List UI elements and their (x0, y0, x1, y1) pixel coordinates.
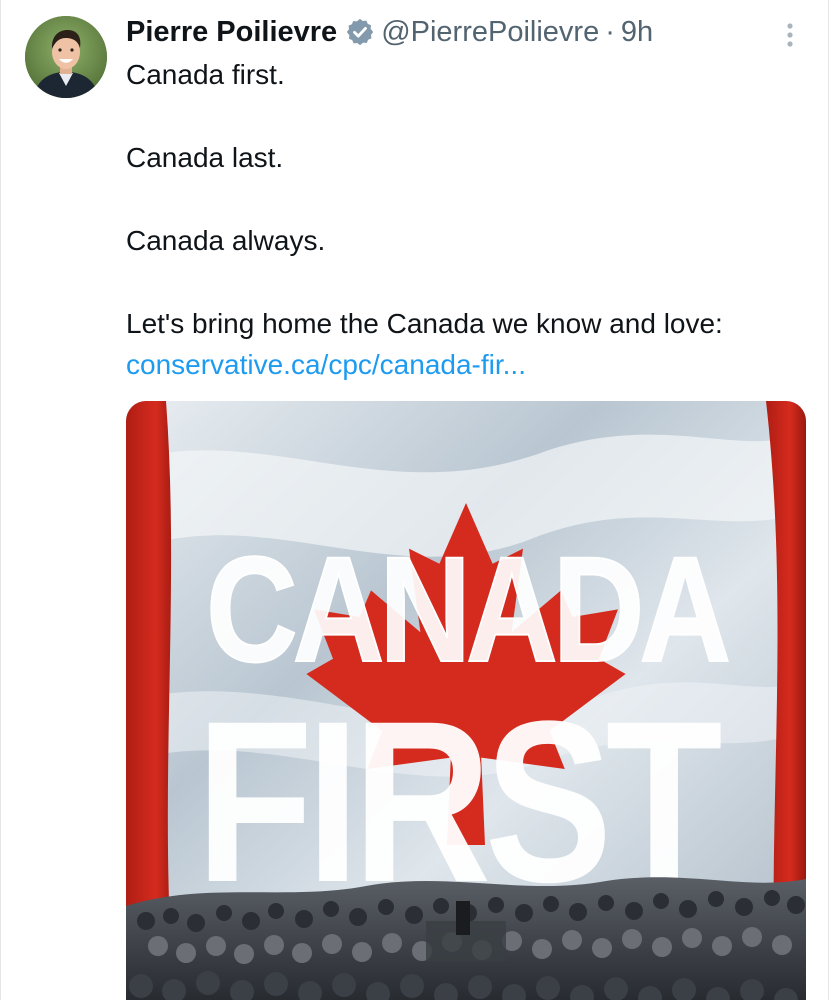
tweet-media-image[interactable]: CANADA FIRST (126, 401, 806, 1000)
profile-photo-image (25, 16, 107, 98)
tweet-timestamp[interactable]: 9h (621, 16, 653, 49)
tweet-line-4: Let's bring home the Canada we know and … (126, 303, 786, 385)
more-options-icon[interactable] (780, 18, 800, 52)
author-handle[interactable]: @PierrePoilievre (381, 16, 599, 49)
author-name[interactable]: Pierre Poilievre (126, 16, 337, 49)
tweet-line-1: Canada first. (126, 59, 285, 90)
tweet-line-2: Canada last. (126, 142, 284, 173)
verified-badge-icon (345, 17, 375, 47)
avatar[interactable] (25, 16, 107, 98)
closing-text: Let's bring home the Canada we know and … (126, 308, 723, 339)
poster-word-canada: CANADA (206, 525, 728, 693)
tweet-header: Pierre Poilievre @PierrePoilievre · 9h (126, 10, 653, 54)
tweet-link[interactable]: conservative.ca/cpc/canada-fir... (126, 349, 526, 380)
tweet-text: Canada first. Canada last. Canada always… (126, 54, 786, 385)
tweet-line-3: Canada always. (126, 225, 326, 256)
header-separator: · (605, 15, 615, 48)
tweet-card[interactable]: Pierre Poilievre @PierrePoilievre · 9h C… (0, 0, 829, 1000)
canada-first-poster: CANADA FIRST (126, 401, 806, 1000)
